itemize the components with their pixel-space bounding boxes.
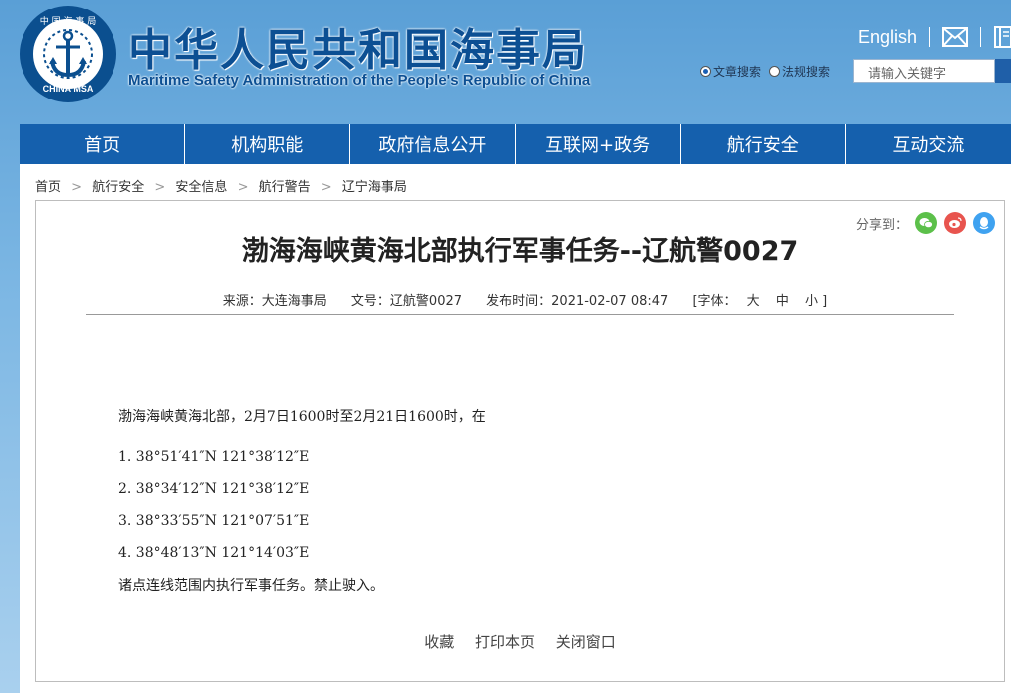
radio-article-label[interactable]: 文章搜索 xyxy=(713,63,761,80)
article-panel: 分享到： 渤海海峡黄海北部执行军事任务--辽航警0027 来源：大连海事局 文号… xyxy=(35,200,1005,682)
breadcrumb-liaoning-msa[interactable]: 辽宁海事局 xyxy=(342,180,407,195)
breadcrumb: 首页 > 航行安全 > 安全信息 > 航行警告 > 辽宁海事局 xyxy=(20,164,1011,203)
article-title: 渤海海峡黄海北部执行军事任务--辽航警0027 xyxy=(241,236,799,267)
nav-item-interaction[interactable]: 互动交流 xyxy=(846,124,1011,164)
coordinate-point: 2. 38°34′12″N 121°38′12″E xyxy=(118,481,310,497)
font-size-large[interactable]: 大 xyxy=(747,294,760,309)
article-closing: 诸点连线范围内执行军事任务。禁止驶入。 xyxy=(118,578,384,594)
article-meta: 来源：大连海事局 文号：辽航警0027 发布时间：2021-02-07 08:4… xyxy=(36,290,1004,309)
radio-regulation-label[interactable]: 法规搜索 xyxy=(782,63,830,80)
meta-publish-time: 发布时间：2021-02-07 08:47 xyxy=(486,294,669,309)
search-input[interactable]: 请输入关键字 xyxy=(853,59,995,83)
article-actions: 收藏 打印本页 关闭窗口 xyxy=(36,631,1004,652)
divider xyxy=(929,27,931,47)
breadcrumb-home[interactable]: 首页 xyxy=(35,180,61,195)
coordinate-point: 1. 38°51′41″N 121°38′12″E xyxy=(118,449,310,465)
font-size-medium[interactable]: 中 xyxy=(776,294,789,309)
coordinate-point: 4. 38°48′13″N 121°14′03″E xyxy=(118,545,310,561)
anchor-emblem-icon: 中 国 海 事 局 CHINA MSA xyxy=(23,9,113,99)
radio-article-search[interactable] xyxy=(700,66,711,77)
close-window-link[interactable]: 关闭窗口 xyxy=(556,633,616,651)
site-title-en: Maritime Safety Administration of the Pe… xyxy=(128,72,591,89)
title-divider xyxy=(86,314,954,315)
mail-icon[interactable] xyxy=(942,27,969,47)
coordinate-point: 3. 38°33′55″N 121°07′51″E xyxy=(118,513,310,529)
breadcrumb-safety-info[interactable]: 安全信息 xyxy=(175,180,227,195)
favorite-link[interactable]: 收藏 xyxy=(424,633,454,651)
radio-regulation-search[interactable] xyxy=(769,66,781,77)
font-size-label: [字体： xyxy=(692,294,737,309)
meta-doc-number: 文号：辽航警0027 xyxy=(350,294,463,309)
logo-text-bottom: CHINA MSA xyxy=(43,84,94,94)
divider xyxy=(980,27,982,47)
nav-item-functions[interactable]: 机构职能 xyxy=(185,124,351,164)
font-size-small[interactable]: 小 xyxy=(805,294,818,309)
site-title-cn: 中华人民共和国海事局 xyxy=(128,25,588,76)
site-header: 中 国 海 事 局 CHINA MSA 中华人民共和国海事局 Maritime … xyxy=(0,0,1011,120)
breadcrumb-nav-warnings[interactable]: 航行警告 xyxy=(259,180,311,195)
font-size-end: ] xyxy=(822,294,828,309)
nav-item-gov-info[interactable]: 政府信息公开 xyxy=(350,124,516,164)
main-nav: 首页 机构职能 政府信息公开 互联网+政务 航行安全 互动交流 xyxy=(20,124,1011,164)
nav-item-internet-gov[interactable]: 互联网+政务 xyxy=(516,124,681,164)
search-type-options: 文章搜索 法规搜索 xyxy=(700,63,830,80)
breadcrumb-navigation-safety[interactable]: 航行安全 xyxy=(92,180,144,195)
print-link[interactable]: 打印本页 xyxy=(475,633,535,651)
book-icon[interactable] xyxy=(993,26,1011,48)
search-button[interactable] xyxy=(995,59,1011,83)
top-links: English xyxy=(858,24,1011,50)
nav-item-home[interactable]: 首页 xyxy=(20,124,186,164)
msa-logo[interactable]: 中 国 海 事 局 CHINA MSA xyxy=(20,6,116,102)
article-intro: 渤海海峡黄海北部，2月7日1600时至2月21日1600时，在 xyxy=(118,409,486,425)
meta-source: 来源：大连海事局 xyxy=(222,294,327,309)
nav-item-navigation-safety[interactable]: 航行安全 xyxy=(681,124,846,164)
english-link[interactable]: English xyxy=(858,27,917,48)
